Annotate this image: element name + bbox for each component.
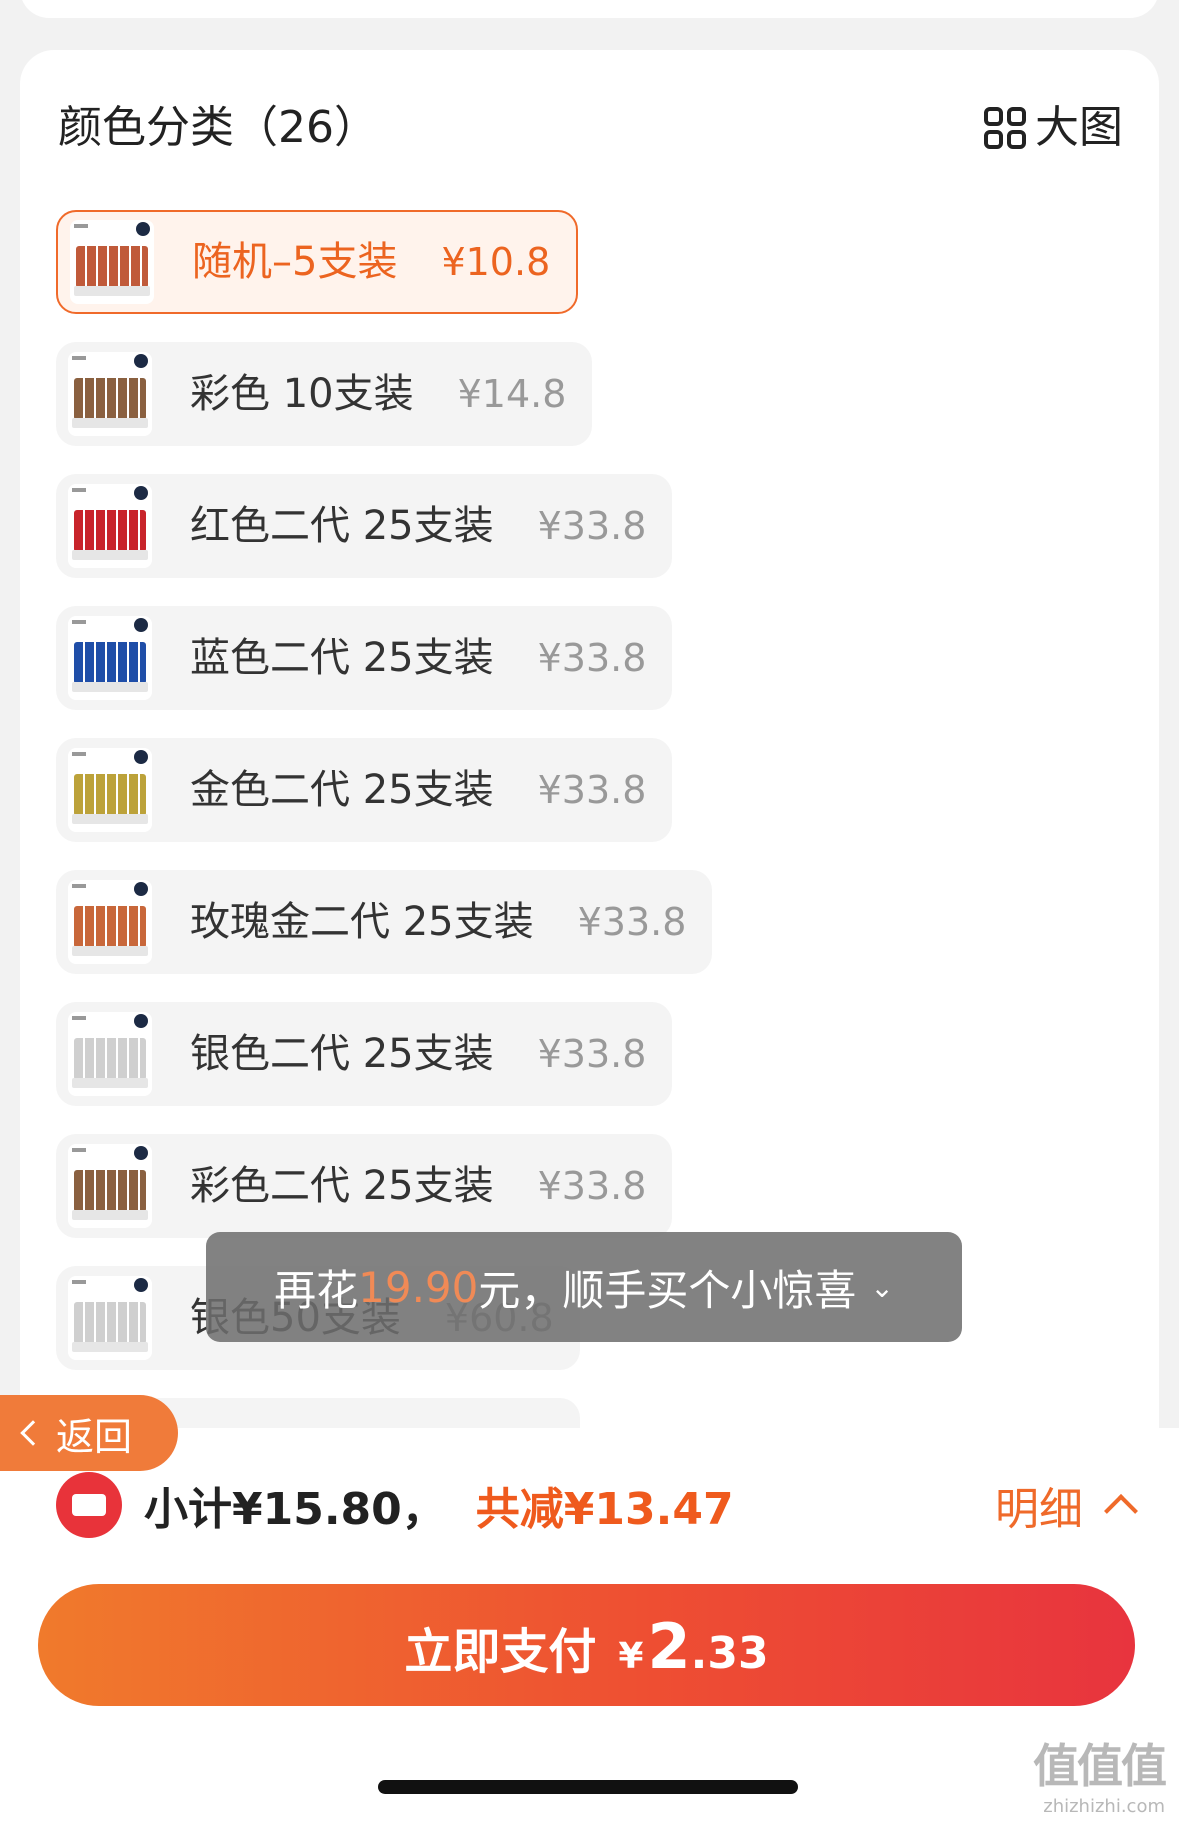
pay-currency: ¥ (618, 1636, 644, 1677)
previous-card (20, 0, 1159, 18)
chevron-up-icon (1104, 1494, 1138, 1528)
variant-price: ¥33.8 (577, 900, 687, 944)
variant-price: ¥33.8 (537, 504, 647, 548)
variant-name: 彩色二代 25支装 (190, 1163, 494, 1209)
bigview-button[interactable]: 大图 (983, 98, 1123, 158)
home-indicator[interactable] (378, 1780, 798, 1794)
toast-suffix: 元，顺手买个小惊喜 (478, 1265, 857, 1315)
card-header: 颜色分类（26） 大图 (58, 98, 1123, 158)
variant-name: 彩色 10支装 (190, 371, 414, 417)
variant-name: 玫瑰金二代 25支装 (190, 899, 534, 945)
variant-thumbnail (68, 1012, 152, 1096)
variant-thumbnail (68, 1144, 152, 1228)
discount-text: 共减¥13.47 (475, 1484, 734, 1535)
variant-thumbnail (68, 880, 152, 964)
back-button[interactable]: 返回 (0, 1395, 178, 1471)
chevron-left-icon (20, 1420, 46, 1446)
variant-thumbnail (68, 1276, 152, 1360)
variant-name: 随机–5支装 (192, 239, 398, 285)
pay-amount-int: 2 (647, 1610, 691, 1683)
toast-prefix: 再花 (274, 1265, 359, 1315)
variant-option[interactable]: 彩色 10支装 ¥14.8 (56, 342, 593, 446)
detail-toggle[interactable]: 明细 (995, 1473, 1143, 1537)
price-summary: 小计¥15.80， 共减¥13.47 明细 (56, 1470, 1143, 1540)
pay-amount-dec: .33 (690, 1628, 769, 1679)
variant-price: ¥33.8 (537, 636, 647, 680)
checkout-bar: 小计¥15.80， 共减¥13.47 明细 立即支付 ¥ 2 .33 值值值 z… (0, 1428, 1179, 1823)
variant-price: ¥33.8 (537, 1164, 647, 1208)
variant-name: 蓝色二代 25支装 (190, 635, 494, 681)
variant-price: ¥10.8 (441, 240, 551, 284)
variant-option[interactable]: 随机–5支装 ¥10.8 (56, 210, 579, 314)
variant-thumbnail (68, 616, 152, 700)
variant-thumbnail (68, 748, 152, 832)
variant-name: 红色二代 25支装 (190, 503, 494, 549)
coupon-icon (56, 1472, 122, 1538)
variant-option[interactable]: 蓝色二代 25支装 ¥33.8 (56, 606, 673, 710)
variant-thumbnail (70, 220, 154, 304)
variant-thumbnail (68, 484, 152, 568)
chevron-down-icon: ⌄ (870, 1270, 894, 1304)
pay-label: 立即支付 (404, 1624, 597, 1680)
variant-price: ¥14.8 (457, 372, 567, 416)
grid-icon (984, 107, 1026, 149)
variant-option[interactable]: 红色二代 25支装 ¥33.8 (56, 474, 673, 578)
variant-option[interactable]: 玫瑰金二代 25支装 ¥33.8 (56, 870, 713, 974)
pay-now-button[interactable]: 立即支付 ¥ 2 .33 (38, 1584, 1135, 1706)
variant-option[interactable]: 彩色二代 25支装 ¥33.8 (56, 1134, 673, 1238)
toast-amount: 19.90 (358, 1262, 479, 1312)
variant-thumbnail (68, 352, 152, 436)
variant-option[interactable]: 金色二代 25支装 ¥33.8 (56, 738, 673, 842)
variant-name: 银色二代 25支装 (190, 1031, 494, 1077)
watermark-url: zhizhizhi.com (1043, 1796, 1165, 1817)
back-label: 返回 (56, 1414, 133, 1459)
watermark: 值值值 zhizhizhi.com (1033, 1730, 1167, 1817)
variant-price: ¥33.8 (537, 768, 647, 812)
watermark-glyphs: 值值值 (1033, 1739, 1167, 1793)
detail-label: 明细 (995, 1484, 1083, 1535)
variant-name: 金色二代 25支装 (190, 767, 494, 813)
section-title: 颜色分类（26） (58, 102, 378, 153)
upsell-toast[interactable]: 再花 19.90 元，顺手买个小惊喜 ⌄ (206, 1232, 962, 1342)
bigview-label: 大图 (1035, 102, 1123, 153)
variant-price: ¥33.8 (537, 1032, 647, 1076)
subtotal-text: 小计¥15.80， (144, 1484, 446, 1535)
variant-option[interactable]: 银色二代 25支装 ¥33.8 (56, 1002, 673, 1106)
